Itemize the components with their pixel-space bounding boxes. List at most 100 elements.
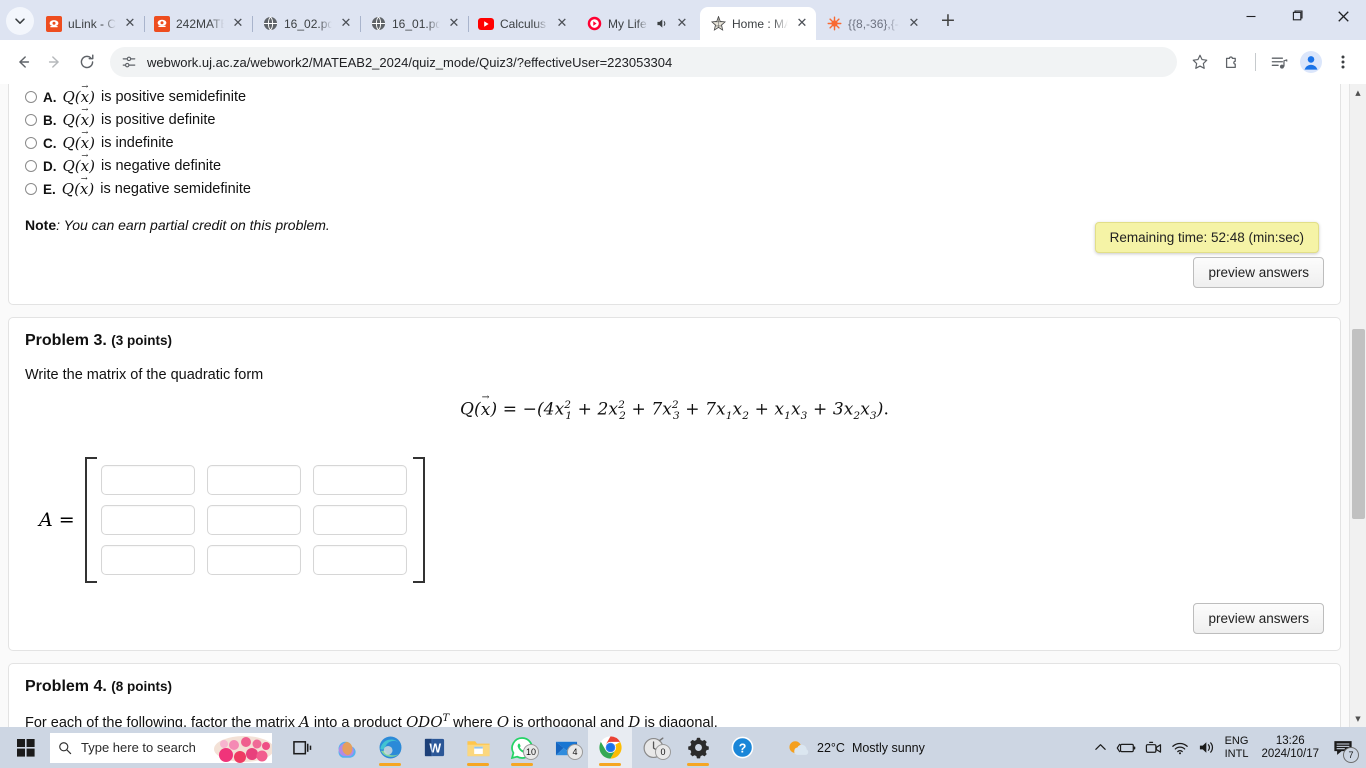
tab-home-mateab2[interactable]: Home : MATE ✕ [700, 7, 816, 40]
taskbar-copilot[interactable] [324, 727, 368, 768]
battery-charging-icon [1116, 743, 1135, 752]
matrix-cell-1-2[interactable] [206, 465, 301, 496]
chevron-down-icon [15, 18, 25, 24]
radio-option-e[interactable] [25, 183, 37, 195]
matrix-cell-1-1[interactable] [100, 465, 195, 496]
option-text: is positive definite [100, 112, 216, 128]
start-button[interactable] [4, 727, 48, 768]
chevron-up-icon [1094, 744, 1106, 750]
minimize-button[interactable] [1228, 0, 1274, 32]
scrollbar-thumb[interactable] [1352, 329, 1365, 519]
taskbar-help[interactable]: ? [720, 727, 764, 768]
taskbar-edge[interactable] [368, 727, 412, 768]
task-view-button[interactable] [280, 727, 324, 768]
back-button[interactable] [8, 47, 38, 77]
tab-ulink[interactable]: uLink - Class ✕ [36, 7, 145, 40]
copilot-icon [338, 741, 356, 758]
camera-button[interactable] [1145, 741, 1162, 755]
forward-button[interactable] [40, 47, 70, 77]
battery-button[interactable] [1116, 741, 1136, 755]
option-row-e[interactable]: E. Q(x) is negative semidefinite [25, 174, 1324, 198]
tab-close-button[interactable]: ✕ [674, 16, 690, 32]
taskbar-settings[interactable] [676, 727, 720, 768]
radio-option-b[interactable] [25, 114, 37, 126]
mail-badge: 4 [567, 744, 583, 760]
option-text: is indefinite [100, 135, 174, 151]
tab-close-button[interactable]: ✕ [554, 16, 570, 32]
tray-overflow-button[interactable] [1094, 741, 1107, 754]
volume-icon [1199, 742, 1213, 753]
tab-16-01-pdf[interactable]: 16_01.pdf ✕ [360, 7, 469, 40]
option-row-c[interactable]: C. Q(x) is indefinite [25, 128, 1324, 152]
page-scrollbar[interactable]: ▲ ▼ [1349, 84, 1366, 727]
maximize-button[interactable] [1274, 0, 1320, 32]
matrix-cell-1-3[interactable] [312, 465, 407, 496]
tab-close-button[interactable]: ✕ [230, 16, 246, 32]
tab-audio-playing-icon[interactable] [654, 17, 668, 31]
radio-option-a[interactable] [25, 91, 37, 103]
extensions-button[interactable] [1217, 47, 1247, 77]
search-input[interactable]: Type here to search [50, 732, 272, 763]
matrix-cell-2-1[interactable] [100, 505, 195, 536]
option-row-d[interactable]: D. Q(x) is negative definite [25, 151, 1324, 175]
language-indicator[interactable]: ENG INTL [1225, 735, 1249, 761]
wifi-button[interactable] [1171, 741, 1189, 755]
radio-option-c[interactable] [25, 137, 37, 149]
volume-button[interactable] [1198, 740, 1216, 755]
browser-toolbar: webwork.uj.ac.za/webwork2/MATEAB2_2024/q… [0, 40, 1366, 84]
taskbar-chrome[interactable] [588, 727, 632, 768]
problem-4-card: Problem 4. (8 points) For each of the fo… [8, 663, 1341, 727]
clock-datetime[interactable]: 13:26 2024/10/17 [1261, 735, 1319, 761]
tab-wolfram[interactable]: {{8,-36},{-36, ✕ [816, 7, 928, 40]
matrix-cell-3-2[interactable] [206, 545, 301, 576]
site-settings-icon[interactable] [121, 54, 137, 70]
tab-calculus-3[interactable]: Calculus 3 Le ✕ [468, 7, 576, 40]
tab-16-02-pdf[interactable]: 16_02.pdf ✕ [252, 7, 361, 40]
scroll-up-arrow-icon[interactable]: ▲ [1350, 84, 1366, 101]
tab-close-button[interactable]: ✕ [338, 16, 354, 32]
profile-button[interactable] [1296, 47, 1326, 77]
reload-button[interactable] [72, 47, 102, 77]
taskbar-whatsapp[interactable]: 10 [500, 727, 544, 768]
browser-menu-button[interactable] [1328, 47, 1358, 77]
weather-widget[interactable]: 22°C Mostly sunny [786, 738, 925, 758]
forward-arrow-icon [48, 56, 59, 68]
taskbar-clock[interactable]: 0 [632, 727, 676, 768]
notification-center-button[interactable]: 7 [1328, 733, 1359, 763]
problem-3-title: Problem 3. (3 points) [25, 332, 1324, 350]
tab-close-button[interactable]: ✕ [122, 16, 138, 32]
tab-close-button[interactable]: ✕ [446, 16, 462, 32]
taskbar-file-explorer[interactable] [456, 727, 500, 768]
option-row-a[interactable]: A. Q(x) is positive semidefinite [25, 84, 1324, 106]
matrix-cell-3-1[interactable] [100, 545, 195, 576]
tab-search-button[interactable] [6, 7, 34, 35]
matrix-cell-2-2[interactable] [206, 505, 301, 536]
quadratic-form-symbol: Q(x) [62, 174, 94, 198]
tab-my-life-is[interactable]: My Life Is ✕ [576, 7, 696, 40]
word-icon: W [424, 738, 444, 757]
taskbar-mail[interactable]: 4 [544, 727, 588, 768]
radio-option-d[interactable] [25, 160, 37, 172]
tab-close-button[interactable]: ✕ [906, 16, 922, 32]
preview-answers-button[interactable]: preview answers [1193, 257, 1324, 288]
matrix-cell-3-3[interactable] [312, 545, 407, 576]
option-row-b[interactable]: B. Q(x) is positive definite [25, 105, 1324, 129]
bookmark-button[interactable] [1185, 47, 1215, 77]
new-tab-button[interactable]: + [934, 6, 962, 34]
scroll-down-arrow-icon[interactable]: ▼ [1350, 710, 1366, 727]
preview-answers-button[interactable]: preview answers [1193, 603, 1324, 635]
tab-close-button[interactable]: ✕ [794, 16, 810, 32]
address-bar[interactable]: webwork.uj.ac.za/webwork2/MATEAB2_2024/q… [110, 47, 1177, 77]
weather-temperature: 22°C [817, 740, 845, 755]
tab-title: {{8,-36},{-36, [848, 16, 900, 31]
tab-242mateab2[interactable]: 242MATEAB2 ✕ [144, 7, 253, 40]
media-control-button[interactable] [1264, 47, 1294, 77]
back-arrow-icon [19, 56, 30, 68]
matrix-cell-2-3[interactable] [312, 505, 407, 536]
file-explorer-icon [466, 740, 490, 756]
ulink-icon [154, 15, 170, 32]
close-button[interactable] [1320, 0, 1366, 32]
matrix-input-grid [95, 457, 413, 583]
extensions-puzzle-icon [1225, 56, 1236, 69]
taskbar-word[interactable]: W [412, 727, 456, 768]
